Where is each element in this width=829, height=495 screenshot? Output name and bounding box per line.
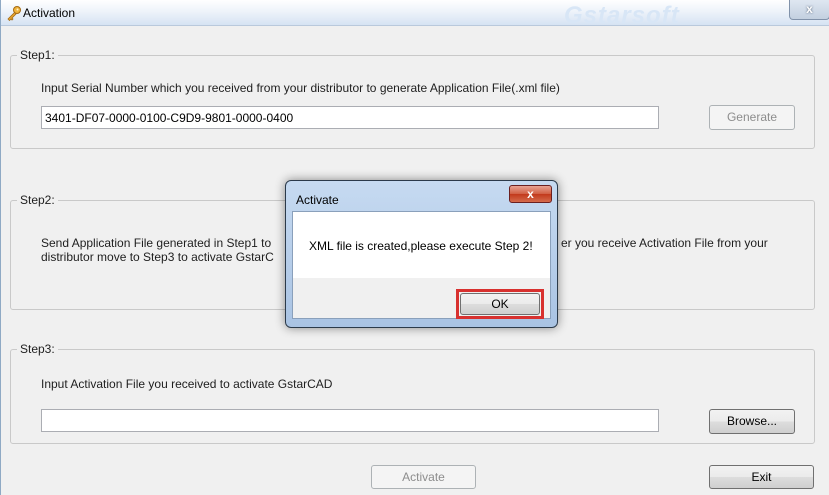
step1-group: Step1:	[10, 48, 815, 149]
activate-button[interactable]: Activate	[371, 465, 476, 489]
brand-watermark: Gstarsoft	[564, 2, 680, 29]
key-icon	[7, 6, 21, 21]
activate-dialog: Activate x XML file is created,please ex…	[285, 180, 558, 328]
serial-number-input[interactable]: 3401-DF07-0000-0100-C9D9-9801-0000-0400	[41, 106, 659, 129]
title-bar: Activation Gstarsoft x	[1, 0, 829, 29]
step1-label: Step1:	[17, 48, 58, 62]
generate-button[interactable]: Generate	[709, 105, 795, 130]
step2-text-line1-left: Send Application File generated in Step1…	[41, 236, 272, 250]
step2-text-line2-left: distributor move to Step3 to activate Gs…	[41, 250, 274, 264]
step2-text-line1-right: er you receive Activation File from your	[561, 236, 768, 250]
step1-instruction: Input Serial Number which you received f…	[41, 81, 560, 95]
dialog-message: XML file is created,please execute Step …	[309, 239, 533, 253]
dialog-title: Activate	[296, 193, 339, 207]
step3-label: Step3:	[17, 342, 58, 356]
dialog-close-button[interactable]: x	[509, 185, 552, 203]
window-title: Activation	[23, 6, 76, 20]
activation-file-input[interactable]	[41, 409, 659, 432]
step2-label: Step2:	[17, 193, 58, 207]
activation-window: Activation Gstarsoft x Step1: Input Seri…	[0, 0, 829, 495]
exit-button[interactable]: Exit	[709, 465, 814, 489]
dialog-body: XML file is created,please execute Step …	[292, 211, 551, 319]
step3-instruction: Input Activation File you received to ac…	[41, 377, 333, 391]
browse-button[interactable]: Browse...	[709, 409, 795, 434]
dialog-message-area: XML file is created,please execute Step …	[293, 212, 550, 278]
ok-button[interactable]: OK	[460, 293, 540, 315]
window-close-button[interactable]: x	[789, 0, 829, 20]
